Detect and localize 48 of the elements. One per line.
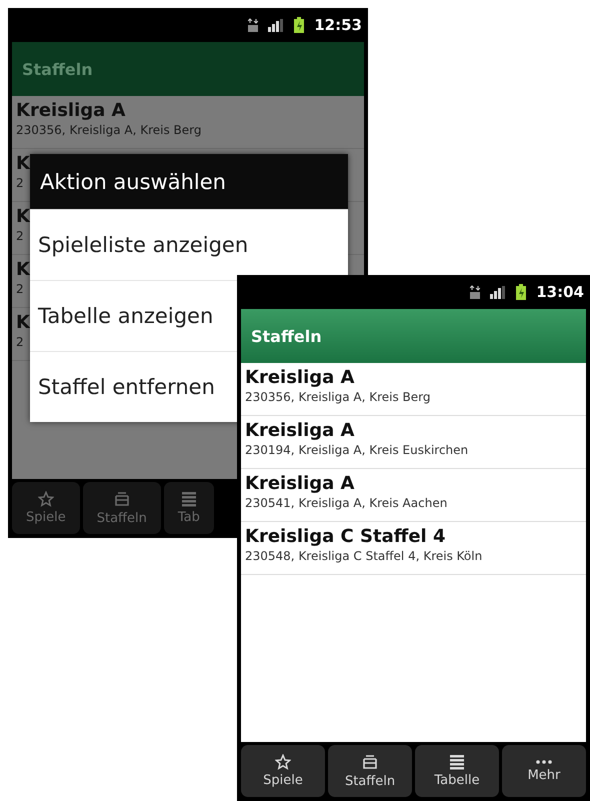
signal-icon <box>268 18 284 32</box>
header-title: Staffeln <box>22 60 93 78</box>
tab-button[interactable]: Mehr <box>502 745 586 797</box>
item-title: Kreisliga A <box>245 473 354 494</box>
network-3g-icon <box>248 18 258 32</box>
item-title: K <box>16 312 30 333</box>
list-item[interactable]: Kreisliga A 230541, Kreisliga A, Kreis Aachen <box>241 469 586 522</box>
item-subtitle: 230194, Kreisliga A, Kreis Euskirchen <box>245 443 468 457</box>
item-subtitle: 2 <box>16 335 24 349</box>
star-icon <box>38 491 54 507</box>
network-3g-icon <box>470 285 480 299</box>
item-subtitle: 2 <box>16 176 24 190</box>
item-title: Kreisliga A <box>245 367 354 388</box>
dialog-option[interactable]: Spieleliste anzeigen <box>38 233 248 257</box>
item-title: K <box>16 259 30 280</box>
item-subtitle: 230356, Kreisliga A, Kreis Berg <box>16 123 202 137</box>
signal-icon <box>490 286 506 298</box>
stacked-cards-icon <box>114 490 130 508</box>
dialog-option[interactable]: Staffel entfernen <box>38 375 215 399</box>
item-title: K <box>16 153 30 174</box>
item-title: Kreisliga A <box>16 100 126 121</box>
item-title: K <box>16 206 30 227</box>
tab-button[interactable]: Spiele <box>241 745 325 797</box>
status-time: 13:04 <box>536 283 584 301</box>
list-item[interactable]: Kreisliga A 230194, Kreisliga A, Kreis Euskirchen <box>241 416 586 469</box>
list-icon <box>180 491 197 507</box>
item-title: Kreisliga C Staffel 4 <box>245 526 446 547</box>
battery-charging-icon <box>516 284 526 300</box>
stacked-cards-icon <box>362 753 378 771</box>
list-icon <box>449 754 465 770</box>
list-item[interactable]: Kreisliga C Staffel 4 230548, Kreisliga C Staffel 4, Kreis Köln <box>241 522 586 575</box>
list-item[interactable]: Kreisliga A 230356, Kreisliga A, Kreis Berg <box>12 96 364 149</box>
status-time: 12:53 <box>314 16 362 34</box>
list-item[interactable]: Kreisliga A 230356, Kreisliga A, Kreis Berg <box>241 363 586 416</box>
item-title: Kreisliga A <box>245 420 354 441</box>
battery-charging-icon <box>294 17 304 33</box>
item-subtitle: 230548, Kreisliga C Staffel 4, Kreis Köln <box>245 549 482 563</box>
tab-button[interactable]: Staffeln <box>328 745 412 797</box>
item-subtitle: 230541, Kreisliga A, Kreis Aachen <box>245 496 448 510</box>
item-subtitle: 2 <box>16 229 24 243</box>
item-subtitle: 2 <box>16 282 24 296</box>
item-subtitle: 230356, Kreisliga A, Kreis Berg <box>245 390 431 404</box>
dialog-title: Aktion auswählen <box>30 154 348 209</box>
header-title: Staffeln <box>251 326 322 346</box>
more-icon <box>536 759 552 765</box>
star-icon <box>275 754 291 770</box>
dialog-option[interactable]: Tabelle anzeigen <box>38 304 214 328</box>
tab-button[interactable]: Tabelle <box>415 745 499 797</box>
